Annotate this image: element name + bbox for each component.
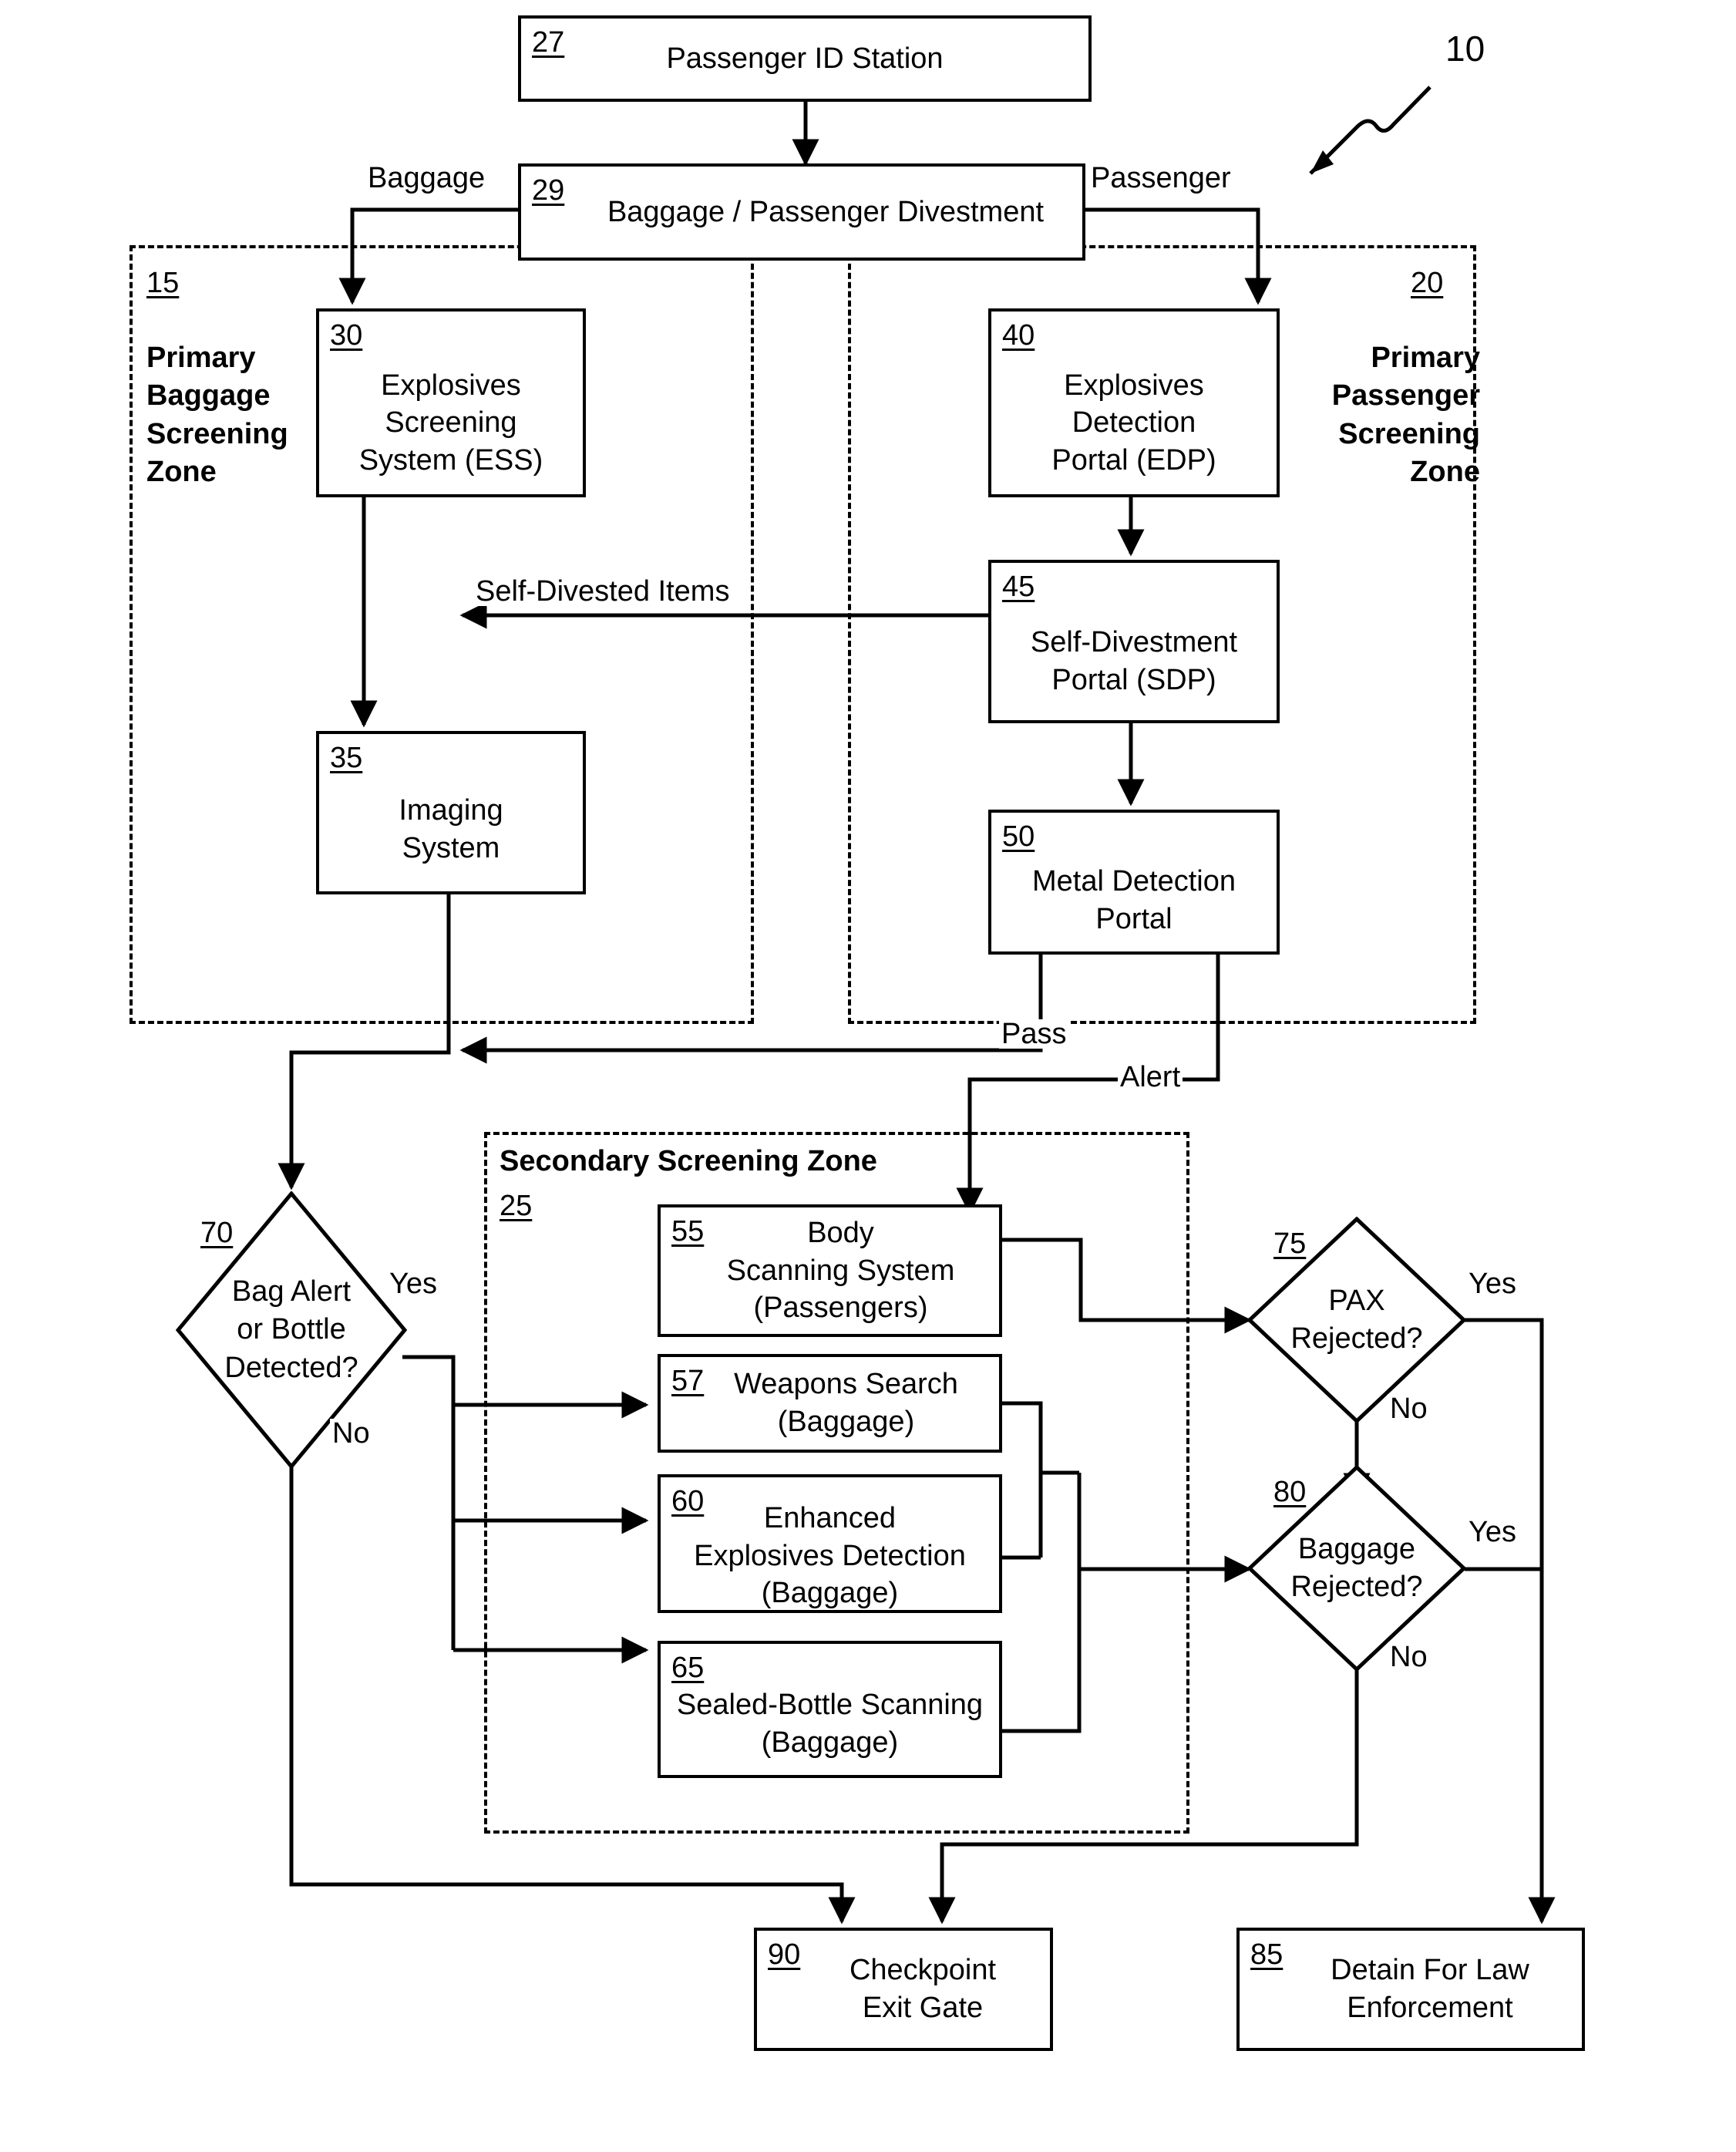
node-ref-90: 90	[768, 1938, 801, 1971]
node-weapons-search[interactable]: 57 Weapons Search (Baggage)	[658, 1354, 1002, 1453]
node-explosives-screening-system[interactable]: 30 Explosives Screening System (ESS)	[316, 308, 586, 497]
decision-ref-70: 70	[200, 1217, 234, 1249]
node-ref-40: 40	[1002, 319, 1035, 352]
node-label-edp: Explosives Detection Portal (EDP)	[1051, 369, 1216, 477]
edge-label-bag-decision-yes: Yes	[387, 1269, 439, 1298]
edge-label-pax-no: No	[1388, 1394, 1430, 1423]
zone-title-primary-passenger: Primary Passenger Screening Zone	[1331, 342, 1480, 489]
node-ref-50: 50	[1002, 820, 1035, 853]
node-label-checkpoint-exit-gate: Checkpoint Exit Gate	[849, 1954, 997, 2024]
node-body-scanning-system[interactable]: 55 Body Scanning System (Passengers)	[658, 1204, 1002, 1337]
figure-pointer-squiggle	[1309, 86, 1432, 175]
edge-label-pass: Pass	[999, 1019, 1069, 1049]
node-metal-detection-portal[interactable]: 50 Metal Detection Portal	[988, 810, 1280, 955]
node-ref-57: 57	[671, 1365, 705, 1397]
node-passenger-id-station[interactable]: 27 Passenger ID Station	[518, 15, 1092, 102]
node-ref-60: 60	[671, 1485, 705, 1517]
node-ref-55: 55	[671, 1215, 705, 1248]
node-checkpoint-exit-gate[interactable]: 90 Checkpoint Exit Gate	[754, 1928, 1053, 2051]
node-label-weapons-search: Weapons Search (Baggage)	[734, 1368, 958, 1438]
node-ref-27: 27	[532, 26, 565, 59]
node-ref-65: 65	[671, 1652, 705, 1684]
node-label-ess: Explosives Screening System (ESS)	[358, 369, 543, 477]
edge-label-alert: Alert	[1118, 1063, 1183, 1092]
node-ref-85: 85	[1250, 1938, 1283, 1971]
edge-label-bag-decision-no: No	[330, 1419, 372, 1448]
edge-label-passenger: Passenger	[1088, 163, 1233, 193]
zone-ref-25: 25	[500, 1190, 533, 1222]
node-ref-45: 45	[1002, 571, 1035, 603]
node-label-divestment: Baggage / Passenger Divestment	[607, 195, 1045, 228]
node-imaging-system[interactable]: 35 Imaging System	[316, 731, 586, 894]
node-ref-30: 30	[330, 319, 363, 352]
node-ref-29: 29	[532, 174, 565, 207]
node-baggage-passenger-divestment[interactable]: 29 Baggage / Passenger Divestment	[518, 163, 1085, 261]
decision-ref-75: 75	[1273, 1228, 1307, 1260]
node-label-enhanced-explosives-detection: Enhanced Explosives Detection (Baggage)	[694, 1502, 966, 1610]
node-label-detain-for-law-enforcement: Detain For Law Enforcement	[1331, 1954, 1529, 2024]
node-sealed-bottle-scanning[interactable]: 65 Sealed-Bottle Scanning (Baggage)	[658, 1641, 1002, 1778]
patent-flowchart-figure: 15 Primary Baggage Screening Zone 20 Pri…	[0, 0, 1736, 2152]
figure-id-label: 10	[1445, 29, 1485, 69]
zone-ref-15: 15	[146, 267, 180, 299]
node-enhanced-explosives-detection[interactable]: 60 Enhanced Explosives Detection (Baggag…	[658, 1474, 1002, 1613]
node-label-body-scanning-system: Body Scanning System (Passengers)	[726, 1217, 955, 1325]
edge-label-baggage-no: No	[1388, 1642, 1430, 1672]
edge-label-pax-yes: Yes	[1466, 1269, 1519, 1298]
node-detain-for-law-enforcement[interactable]: 85 Detain For Law Enforcement	[1236, 1928, 1585, 2051]
zone-ref-20: 20	[1411, 267, 1444, 299]
node-label-imaging-system: Imaging System	[399, 794, 503, 864]
node-label-sdp: Self-Divestment Portal (SDP)	[1030, 626, 1238, 696]
node-explosives-detection-portal[interactable]: 40 Explosives Detection Portal (EDP)	[988, 308, 1280, 497]
decision-ref-80: 80	[1273, 1476, 1307, 1508]
zone-title-primary-baggage: Primary Baggage Screening Zone	[146, 342, 288, 489]
zone-title-secondary: Secondary Screening Zone	[500, 1145, 877, 1177]
node-self-divestment-portal[interactable]: 45 Self-Divestment Portal (SDP)	[988, 560, 1280, 723]
edge-label-self-divested-items: Self-Divested Items	[473, 577, 732, 606]
node-label-passenger-id-station: Passenger ID Station	[666, 42, 944, 75]
edge-label-baggage-yes: Yes	[1466, 1517, 1519, 1547]
node-label-sealed-bottle-scanning: Sealed-Bottle Scanning (Baggage)	[676, 1689, 984, 1759]
node-ref-35: 35	[330, 742, 363, 774]
edge-label-baggage: Baggage	[365, 163, 488, 193]
node-label-metal-detection-portal: Metal Detection Portal	[1031, 865, 1236, 935]
